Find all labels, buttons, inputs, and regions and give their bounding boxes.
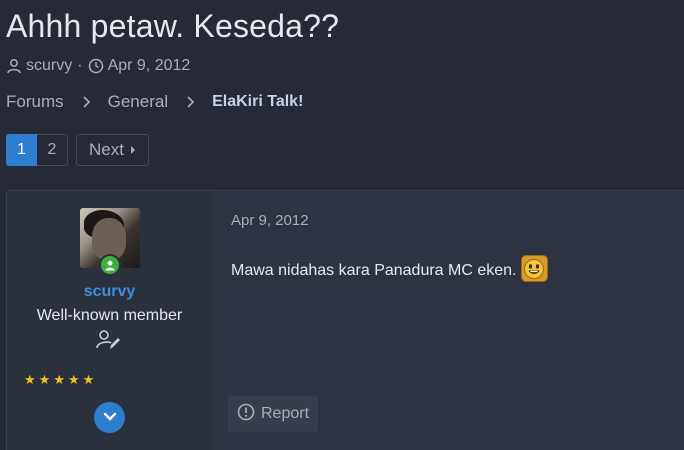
star-icon: ★: [38, 372, 51, 387]
star-icon: ★: [24, 372, 36, 387]
user-edit-icon: [95, 329, 121, 356]
post-date-link[interactable]: Apr 9, 2012: [231, 212, 309, 229]
clock-icon: [88, 58, 104, 74]
smiley-icon: [520, 255, 548, 282]
page-button-1[interactable]: 1: [6, 134, 37, 166]
post-message-text: Mawa nidahas kara Panadura MC eken.: [231, 262, 517, 279]
breadcrumb: Forums General ElaKiri Talk!: [6, 92, 303, 112]
caret-right-icon: [130, 140, 136, 160]
expand-user-button[interactable]: [94, 402, 125, 433]
thread-date-link[interactable]: Apr 9, 2012: [108, 57, 191, 75]
breadcrumb-forums[interactable]: Forums: [6, 92, 64, 112]
alert-circle-icon: [237, 403, 255, 426]
user-title: Well-known member: [36, 307, 183, 324]
chevron-right-icon: [81, 96, 91, 108]
pagination: 1 2 Next: [6, 134, 149, 166]
breadcrumb-general[interactable]: General: [108, 92, 168, 112]
report-button[interactable]: Report: [228, 396, 319, 432]
star-icon: ★: [67, 372, 80, 387]
user-icon: [6, 58, 22, 74]
post: scurvy Well-known member ★ ★ ★ ★ ★ Apr 9…: [6, 190, 684, 450]
user-rating-stars: ★ ★ ★ ★ ★: [24, 372, 94, 388]
star-icon: ★: [53, 372, 65, 387]
star-icon: ★: [82, 372, 95, 387]
breadcrumb-elakiri-talk[interactable]: ElaKiri Talk!: [212, 93, 303, 111]
page-button-2[interactable]: 2: [37, 134, 68, 166]
chevron-right-icon: [185, 96, 195, 108]
online-status-icon: [99, 254, 121, 276]
next-label: Next: [89, 140, 124, 159]
post-message: Mawa nidahas kara Panadura MC eken.: [231, 253, 548, 282]
post-user-column: scurvy Well-known member ★ ★ ★ ★ ★: [7, 191, 212, 450]
chevron-down-icon: [103, 409, 117, 427]
report-label: Report: [261, 405, 310, 422]
thread-author-link[interactable]: scurvy: [26, 57, 72, 75]
thread-title: Ahhh petaw. Keseda??: [6, 8, 340, 44]
next-page-button[interactable]: Next: [76, 134, 149, 166]
thread-meta: scurvy · Apr 9, 2012: [6, 57, 190, 75]
post-username[interactable]: scurvy: [7, 283, 212, 301]
meta-separator: ·: [77, 57, 83, 74]
